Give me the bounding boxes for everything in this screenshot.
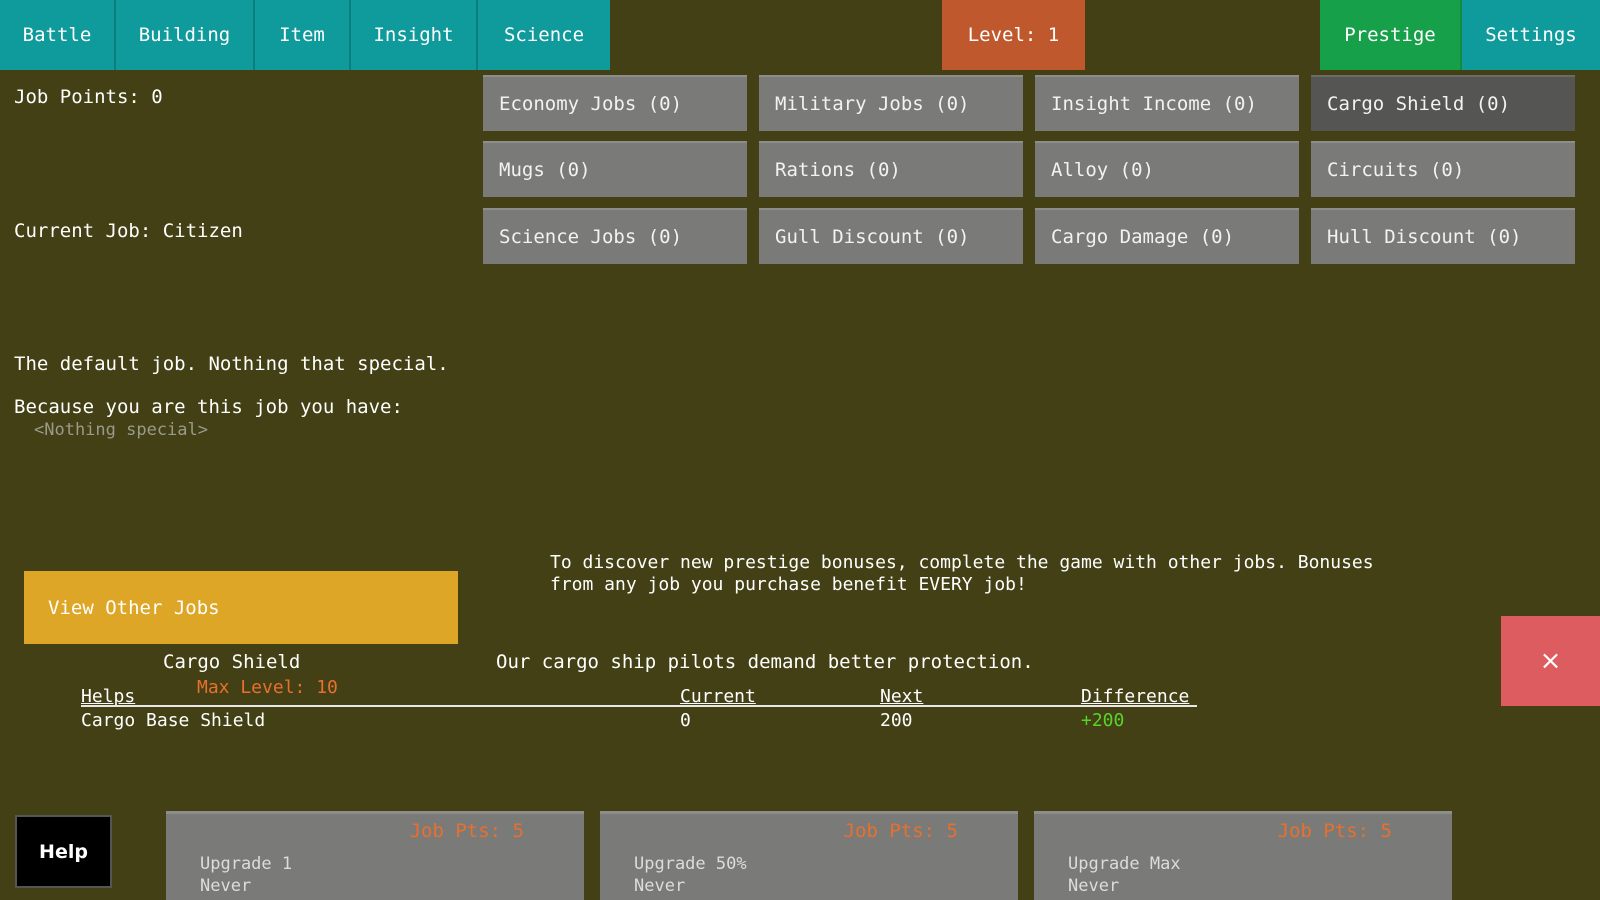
col-difference: Difference <box>1081 686 1190 707</box>
upgrade-sub: Never <box>634 876 686 896</box>
upgrade-cost: Job Pts: 5 <box>409 820 524 842</box>
prestige-cargo-damage[interactable]: Cargo Damage (0) <box>1035 208 1299 264</box>
upgrade-label: Upgrade 1 <box>200 854 293 874</box>
discover-text-line2: from any job you purchase benefit EVERY … <box>550 574 1027 595</box>
tab-prestige[interactable]: Prestige <box>1320 0 1462 70</box>
row-difference: +200 <box>1081 710 1125 731</box>
upgrade-label: Upgrade Max <box>1068 854 1181 874</box>
help-label: Help <box>39 840 88 863</box>
prestige-mugs[interactable]: Mugs (0) <box>483 141 747 197</box>
view-other-jobs-label: View Other Jobs <box>48 596 220 619</box>
row-next: 200 <box>880 710 913 731</box>
prestige-circuits[interactable]: Circuits (0) <box>1311 141 1575 197</box>
col-current: Current <box>680 686 756 707</box>
prestige-military-jobs[interactable]: Military Jobs (0) <box>759 75 1023 131</box>
upgrade-sub: Never <box>200 876 252 896</box>
detail-max-level: Max Level: 10 <box>197 677 338 698</box>
help-button[interactable]: Help <box>15 815 112 888</box>
prestige-insight-income[interactable]: Insight Income (0) <box>1035 75 1299 131</box>
detail-name: Cargo Shield <box>163 651 301 673</box>
job-points: Job Points: 0 <box>14 86 163 108</box>
detail-description: Our cargo ship pilots demand better prot… <box>496 651 1034 673</box>
tab-item[interactable]: Item <box>255 0 351 70</box>
row-current: 0 <box>680 710 691 731</box>
upgrade-1-button[interactable]: Job Pts: 5 Upgrade 1 Never <box>166 811 584 900</box>
table-divider <box>81 705 1197 707</box>
tab-battle[interactable]: Battle <box>0 0 116 70</box>
prestige-gull-discount[interactable]: Gull Discount (0) <box>759 208 1023 264</box>
upgrade-50-percent-button[interactable]: Job Pts: 5 Upgrade 50% Never <box>600 811 1018 900</box>
prestige-rations[interactable]: Rations (0) <box>759 141 1023 197</box>
col-next: Next <box>880 686 924 707</box>
upgrade-label: Upgrade 50% <box>634 854 747 874</box>
discover-text-line1: To discover new prestige bonuses, comple… <box>550 552 1374 573</box>
tab-building[interactable]: Building <box>116 0 255 70</box>
level-indicator: Level: 1 <box>942 0 1085 70</box>
upgrade-cost: Job Pts: 5 <box>1277 820 1392 842</box>
prestige-alloy[interactable]: Alloy (0) <box>1035 141 1299 197</box>
view-other-jobs-button[interactable]: View Other Jobs <box>24 571 458 644</box>
job-benefits-value: <Nothing special> <box>34 420 208 440</box>
tab-insight[interactable]: Insight <box>351 0 478 70</box>
prestige-hull-discount[interactable]: Hull Discount (0) <box>1311 208 1575 264</box>
upgrade-max-button[interactable]: Job Pts: 5 Upgrade Max Never <box>1034 811 1452 900</box>
tab-science[interactable]: Science <box>478 0 610 70</box>
prestige-science-jobs[interactable]: Science Jobs (0) <box>483 208 747 264</box>
row-helps: Cargo Base Shield <box>81 710 266 731</box>
current-job: Current Job: Citizen <box>14 220 243 242</box>
prestige-economy-jobs[interactable]: Economy Jobs (0) <box>483 75 747 131</box>
prestige-cargo-shield[interactable]: Cargo Shield (0) <box>1311 75 1575 131</box>
close-button[interactable]: × <box>1501 616 1600 706</box>
job-description: The default job. Nothing that special. <box>14 353 449 375</box>
col-helps: Helps <box>81 686 136 707</box>
close-icon: × <box>1539 646 1562 676</box>
upgrade-sub: Never <box>1068 876 1120 896</box>
upgrade-cost: Job Pts: 5 <box>843 820 958 842</box>
job-benefits-heading: Because you are this job you have: <box>14 396 403 418</box>
tab-settings[interactable]: Settings <box>1462 0 1600 70</box>
